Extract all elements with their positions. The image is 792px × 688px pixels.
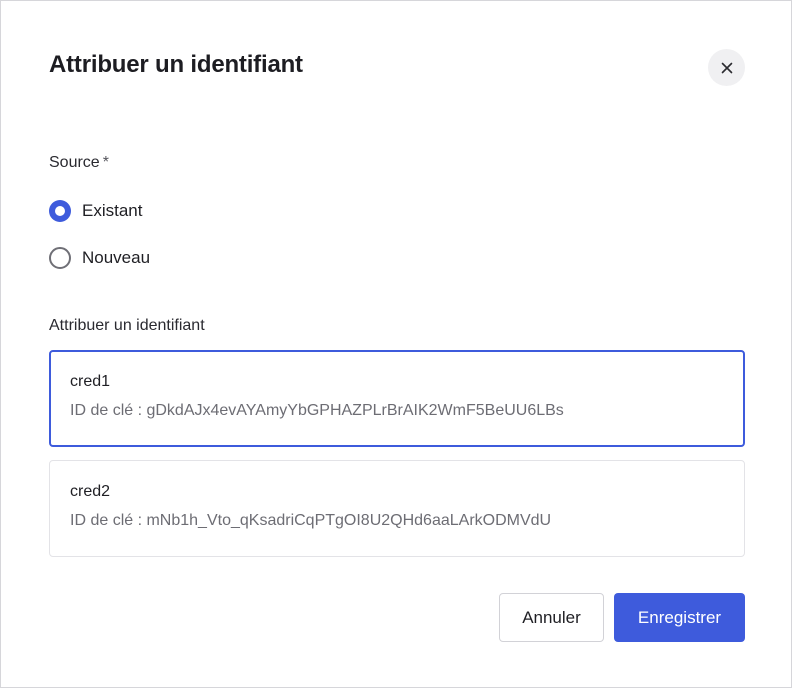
- save-button[interactable]: Enregistrer: [614, 593, 745, 642]
- credential-section-label: Attribuer un identifiant: [49, 317, 205, 334]
- source-label-text: Source: [49, 154, 100, 171]
- close-button[interactable]: [708, 49, 745, 86]
- credential-name: cred1: [70, 373, 111, 390]
- radio-new-indicator[interactable]: [49, 247, 71, 269]
- close-icon: [721, 62, 732, 73]
- assign-credential-dialog: Attribuer un identifiant Source * Existan…: [0, 0, 792, 688]
- credential-name: cred2: [70, 483, 111, 500]
- radio-existing-label: Existant: [82, 201, 143, 220]
- dialog-title: Attribuer un identifiant: [49, 51, 303, 78]
- cancel-button[interactable]: Annuler: [499, 593, 604, 642]
- credential-option-cred2[interactable]: cred2 ID de clé : mNb1h_Vto_qKsadriCqPTg…: [49, 460, 745, 557]
- required-marker: *: [102, 154, 109, 171]
- credential-key-id: ID de clé : gDkdAJx4evAYAmyYbGPHAZPLrBrA…: [70, 402, 564, 419]
- radio-existing-indicator[interactable]: [49, 200, 71, 222]
- credential-key-id: ID de clé : mNb1h_Vto_qKsadriCqPTgOI8U2Q…: [70, 512, 552, 529]
- radio-new-label: Nouveau: [82, 248, 151, 267]
- radio-new[interactable]: Nouveau: [49, 247, 150, 269]
- radio-existing[interactable]: Existant: [49, 200, 142, 222]
- source-label: Source *: [49, 154, 109, 172]
- credential-option-cred1[interactable]: cred1 ID de clé : gDkdAJx4evAYAmyYbGPHAZ…: [49, 350, 745, 447]
